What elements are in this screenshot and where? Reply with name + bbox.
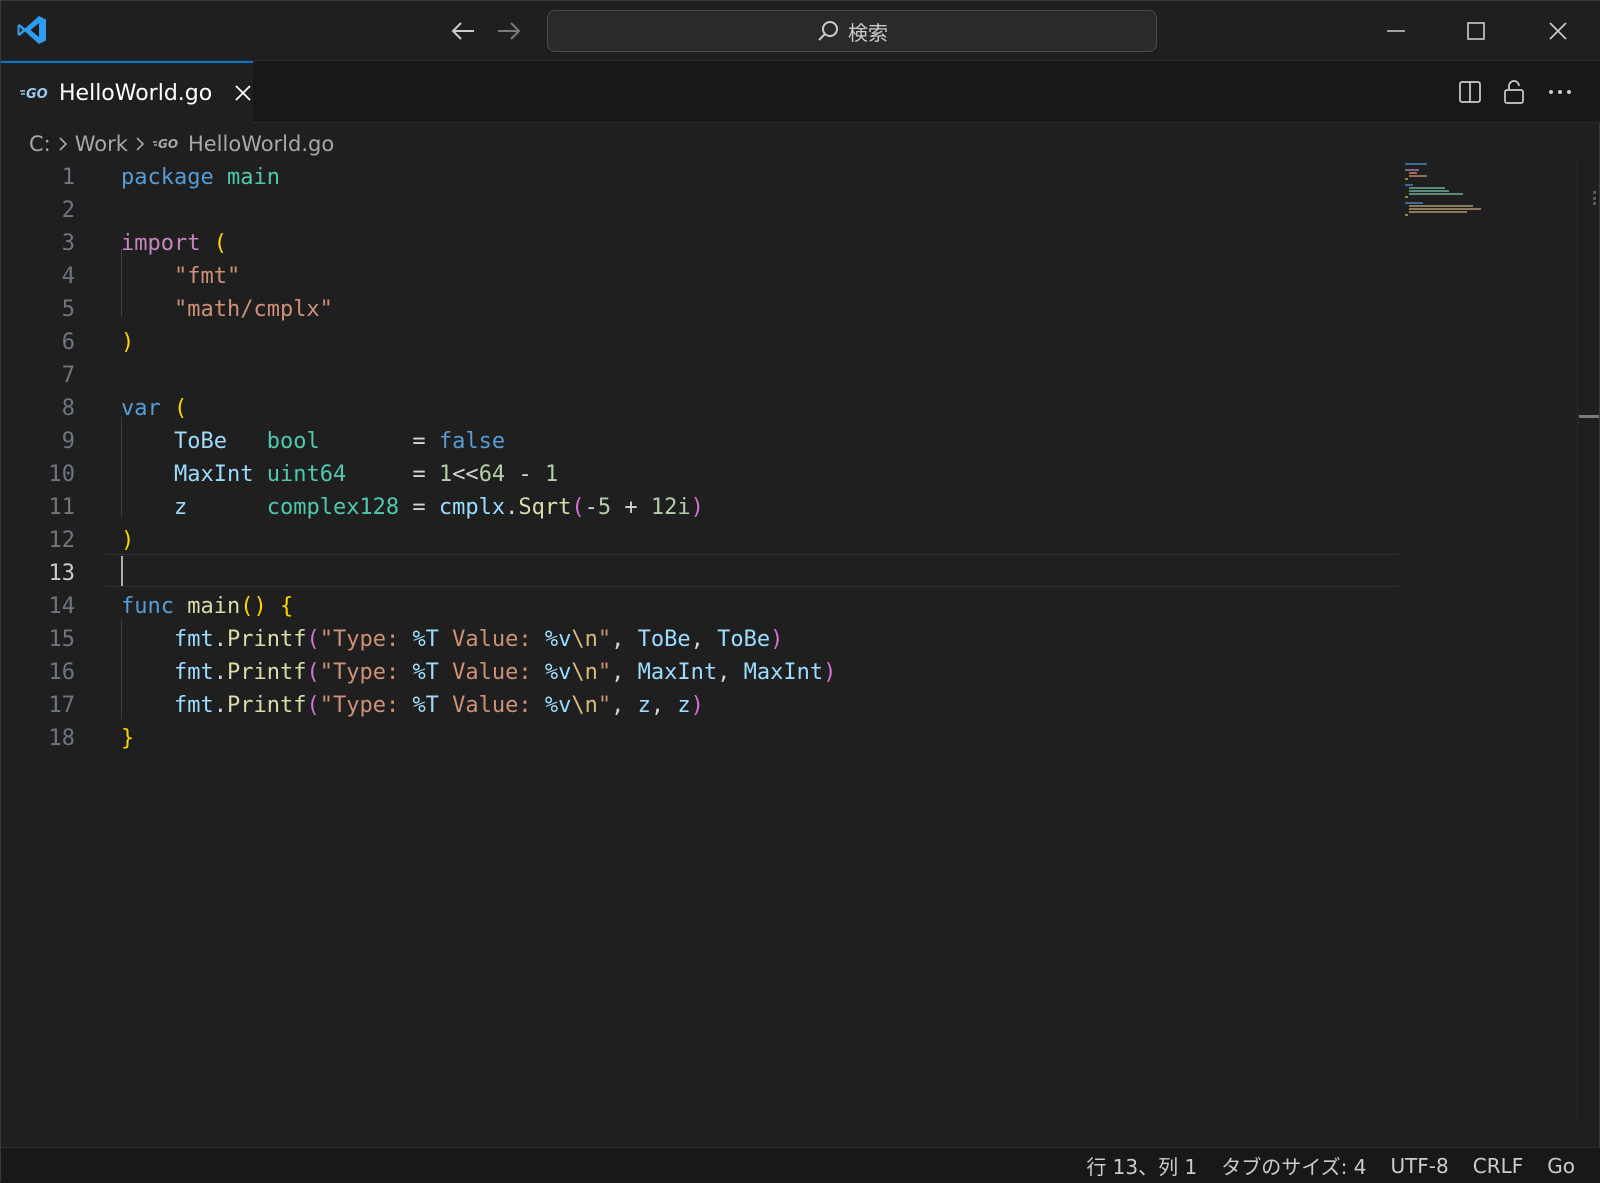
close-tab-icon[interactable]	[234, 84, 252, 102]
tab-helloworld-go[interactable]: GO HelloWorld.go	[1, 61, 253, 123]
line-number: 8	[61, 396, 75, 422]
code-line: 1 package main	[1, 161, 1401, 195]
editor-tab-bar: GO HelloWorld.go	[1, 61, 1600, 123]
code-line: 16 fmt.Printf("Type: %T Value: %v\n", Ma…	[1, 656, 1401, 690]
line-number: 6	[61, 330, 75, 356]
line-number: 12	[48, 528, 76, 554]
line-number: 4	[61, 264, 75, 290]
code-line: 2	[1, 194, 1401, 228]
status-cursor-position[interactable]: 行 13、列 1	[1086, 1151, 1197, 1180]
go-file-icon: GO	[20, 87, 48, 102]
forward-arrow-icon[interactable]	[493, 15, 525, 47]
back-arrow-icon[interactable]	[447, 15, 479, 47]
overview-ruler-marks	[1593, 191, 1596, 205]
breadcrumb-folder[interactable]: Work	[75, 132, 128, 156]
vscode-logo-icon[interactable]	[15, 13, 49, 47]
search-label: 検索	[848, 20, 888, 45]
code-line: 8 var (	[1, 392, 1401, 426]
go-file-icon: GO	[152, 137, 178, 151]
search-icon	[818, 21, 838, 41]
svg-text:GO: GO	[158, 137, 178, 151]
code-line: 14 func main() {	[1, 590, 1401, 624]
minimap[interactable]	[1401, 161, 1571, 231]
maximize-icon[interactable]	[1453, 13, 1499, 49]
status-encoding[interactable]: UTF-8	[1390, 1154, 1448, 1178]
status-tab-size[interactable]: タブのサイズ: 4	[1221, 1151, 1366, 1180]
line-content: fmt.Printf("Type: %T Value: %v\n", ToBe,…	[173, 627, 784, 653]
line-number: 14	[48, 594, 76, 620]
line-content: func main() {	[121, 594, 294, 620]
line-content: import (	[121, 231, 227, 257]
code-line: 12 )	[1, 524, 1401, 558]
chevron-right-icon	[134, 135, 146, 153]
code-line-active: 13	[1, 557, 1401, 591]
code-line: 15 fmt.Printf("Type: %T Value: %v\n", To…	[1, 623, 1401, 657]
code-line: 3 import (	[1, 227, 1401, 261]
scrollbar-cursor-marker	[1579, 415, 1599, 418]
close-window-icon[interactable]	[1535, 13, 1581, 49]
line-content: "math/cmplx"	[173, 297, 333, 323]
line-number: 2	[61, 198, 75, 224]
code-line: 4 "fmt"	[1, 260, 1401, 294]
line-content: fmt.Printf("Type: %T Value: %v\n", z, z)	[173, 693, 704, 719]
vertical-scrollbar[interactable]	[1577, 161, 1600, 1121]
more-actions-icon[interactable]	[1543, 75, 1577, 109]
status-language[interactable]: Go	[1547, 1154, 1575, 1178]
command-center-search[interactable]: 検索	[547, 10, 1157, 52]
line-content: z complex128 = cmplx.Sqrt(-5 + 12i)	[173, 495, 704, 521]
code-line: 9 ToBe bool = false	[1, 425, 1401, 459]
line-content: "fmt"	[173, 264, 241, 290]
code-line: 5 "math/cmplx"	[1, 293, 1401, 327]
line-content: )	[121, 330, 135, 356]
code-editor[interactable]: 1 package main 2 3 import ( 4 "fmt" 5 "m…	[1, 161, 1401, 961]
chevron-right-icon	[57, 135, 69, 153]
svg-text:GO: GO	[26, 87, 48, 102]
line-content: package main	[121, 165, 280, 191]
line-number: 15	[48, 627, 76, 653]
line-content: )	[121, 528, 135, 554]
breadcrumb-drive[interactable]: C:	[29, 132, 51, 156]
code-line: 10 MaxInt uint64 = 1<<64 - 1	[1, 458, 1401, 492]
line-number: 9	[61, 429, 75, 455]
code-line: 7	[1, 359, 1401, 393]
line-content: }	[121, 726, 135, 752]
line-number: 17	[48, 693, 76, 719]
split-editor-icon[interactable]	[1453, 75, 1487, 109]
status-eol[interactable]: CRLF	[1473, 1154, 1524, 1178]
code-line: 6 )	[1, 326, 1401, 360]
line-number: 16	[48, 660, 76, 686]
minimize-icon[interactable]	[1373, 13, 1419, 49]
line-content: fmt.Printf("Type: %T Value: %v\n", MaxIn…	[173, 660, 837, 686]
code-line: 11 z complex128 = cmplx.Sqrt(-5 + 12i)	[1, 491, 1401, 525]
line-number: 7	[61, 363, 75, 389]
line-number: 18	[48, 726, 76, 752]
line-number: 10	[48, 462, 76, 488]
title-bar: 検索	[1, 1, 1600, 61]
status-bar: 行 13、列 1 タブのサイズ: 4 UTF-8 CRLF Go	[1, 1147, 1600, 1183]
line-number: 5	[61, 297, 75, 323]
lock-group-icon[interactable]	[1497, 75, 1531, 109]
breadcrumb-file[interactable]: HelloWorld.go	[188, 132, 334, 156]
line-number: 3	[61, 231, 75, 257]
line-content: ToBe bool = false	[173, 429, 506, 455]
line-number: 13	[48, 561, 76, 587]
code-line: 17 fmt.Printf("Type: %T Value: %v\n", z,…	[1, 689, 1401, 723]
line-number: 1	[61, 165, 75, 191]
vscode-window: 検索 GO HelloWorld.go C: Work GO HelloWorl…	[0, 0, 1600, 1183]
line-content: MaxInt uint64 = 1<<64 - 1	[173, 462, 559, 488]
line-content: var (	[121, 396, 188, 422]
breadcrumb: C: Work GO HelloWorld.go	[29, 127, 334, 161]
tab-label: HelloWorld.go	[59, 80, 213, 106]
code-line: 18 }	[1, 722, 1401, 756]
line-number: 11	[48, 495, 76, 521]
